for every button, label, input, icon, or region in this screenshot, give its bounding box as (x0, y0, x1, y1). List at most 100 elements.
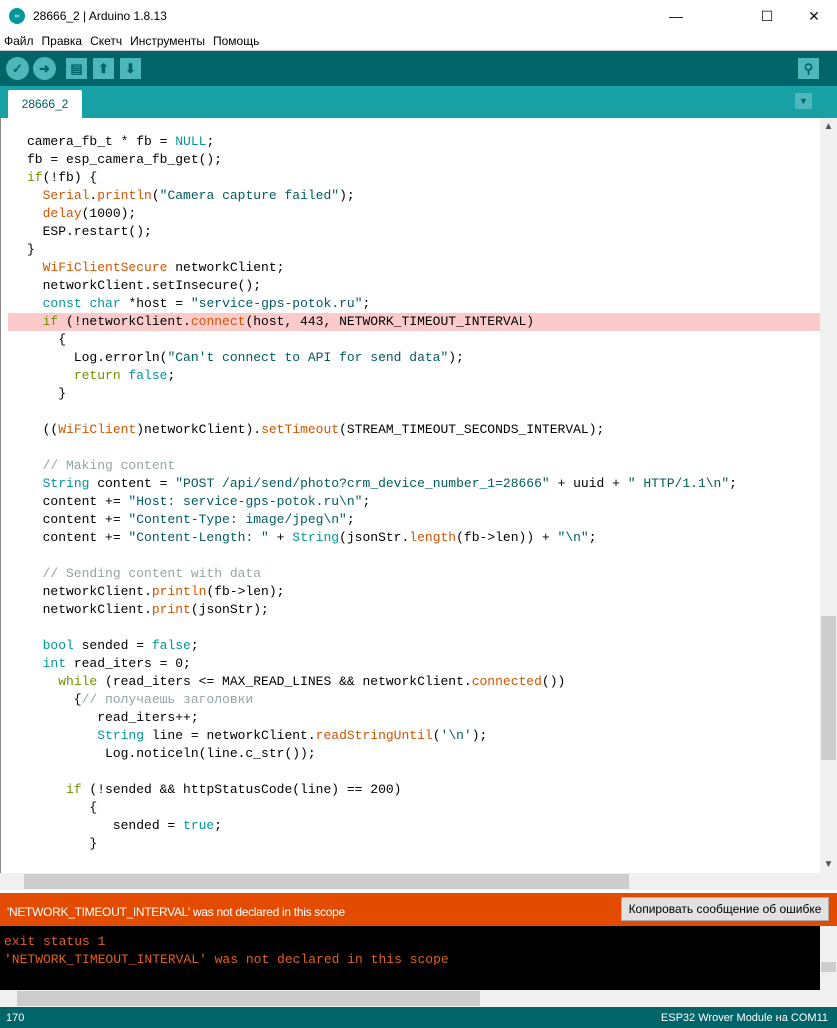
code-line: String line = networkClient.readStringUn… (27, 727, 737, 745)
code-token: println (151, 584, 207, 599)
maximize-button[interactable]: ☐ (744, 0, 790, 32)
code-token: false (128, 368, 168, 383)
code-line: content += "Host: service-gps-potok.ru\n… (27, 493, 737, 511)
scroll-thumb[interactable] (24, 874, 629, 889)
upload-button[interactable]: ➜ (33, 57, 56, 80)
console-output: exit status 1 'NETWORK_TIMEOUT_INTERVAL' … (0, 926, 837, 990)
code-token: (jsonStr. (339, 530, 410, 545)
code-token: WiFiClient (58, 422, 137, 437)
code-token: "POST /api/send/photo?crm_device_number_… (175, 476, 550, 491)
code-line: WiFiClientSecure networkClient; (27, 259, 737, 277)
code-line: if (!sended && httpStatusCode(line) == 2… (27, 781, 737, 799)
code-text[interactable]: camera_fb_t * fb = NULL; fb = esp_camera_… (27, 133, 737, 853)
code-token: { (27, 332, 67, 347)
code-token: " HTTP/1.1\n" (627, 476, 730, 491)
code-token: networkClient. (27, 584, 152, 599)
code-token: { (27, 800, 98, 815)
code-line: ((WiFiClient)networkClient).setTimeout(S… (27, 421, 737, 439)
code-token: (!networkClient. (58, 314, 191, 329)
code-line: fb = esp_camera_fb_get(); (27, 151, 737, 169)
new-button[interactable]: ▤ (66, 58, 87, 79)
code-token: ; (346, 512, 355, 527)
code-token: ESP.restart(); (27, 224, 152, 239)
code-token: content = (89, 476, 176, 491)
scroll-down-icon[interactable]: ▼ (820, 859, 837, 870)
code-line: networkClient.println(fb->len); (27, 583, 737, 601)
copy-error-button[interactable]: Копировать сообщение об ошибке (621, 897, 829, 921)
code-line: int read_iters = 0; (27, 655, 737, 673)
code-token: length (409, 530, 457, 545)
code-line: networkClient.setInsecure(); (27, 277, 737, 295)
code-token: while (58, 674, 98, 689)
serial-monitor-button[interactable]: ⚲ (798, 58, 819, 79)
console-line: 'NETWORK_TIMEOUT_INTERVAL' was not decla… (4, 952, 449, 967)
code-token: connected (471, 674, 542, 689)
code-line: {// получаешь заголовки (27, 691, 737, 709)
minimize-button[interactable]: — (653, 0, 699, 32)
scroll-up-icon[interactable]: ▲ (820, 121, 837, 132)
code-token: // получаешь заголовки (81, 692, 254, 707)
tab-menu-dropdown-icon[interactable]: ▼ (795, 93, 812, 109)
code-token: networkClient; (167, 260, 285, 275)
code-token: WiFiClientSecure (42, 260, 168, 275)
code-token: String (97, 728, 145, 743)
code-line: { (27, 799, 737, 817)
menu-sketch[interactable]: Скетч (86, 34, 126, 48)
code-line: content += "Content-Length: " + String(j… (27, 529, 737, 547)
code-token: + (268, 530, 293, 545)
code-line: } (27, 835, 737, 853)
code-line: String content = "POST /api/send/photo?c… (27, 475, 737, 493)
code-token: networkClient. (27, 602, 152, 617)
code-line: camera_fb_t * fb = NULL; (27, 133, 737, 151)
console-horizontal-scrollbar[interactable] (0, 990, 837, 1007)
code-editor[interactable]: camera_fb_t * fb = NULL; fb = esp_camera_… (0, 118, 837, 873)
scroll-thumb[interactable] (821, 962, 836, 972)
code-token: char (89, 296, 121, 311)
code-token: return (73, 368, 121, 383)
code-token: (( (27, 422, 59, 437)
close-button[interactable]: ✕ (791, 0, 837, 32)
code-token: connect (190, 314, 246, 329)
code-token: print (151, 602, 191, 617)
code-token: ; (588, 530, 597, 545)
code-token: *host = (120, 296, 191, 311)
scroll-thumb[interactable] (821, 616, 836, 760)
code-line: } (27, 385, 737, 403)
code-token: fb = esp_camera_fb_get(); (27, 152, 223, 167)
open-button[interactable]: ⬆ (93, 58, 114, 79)
code-token: content += (27, 494, 129, 509)
code-token: ; (206, 134, 215, 149)
code-line: } (27, 241, 737, 259)
editor-vertical-scrollbar[interactable]: ▲ ▼ (820, 118, 837, 873)
window-title: 28666_2 | Arduino 1.8.13 (33, 9, 167, 23)
code-token: readStringUntil (315, 728, 433, 743)
arduino-logo-icon: ∞ (9, 8, 25, 24)
editor-horizontal-scrollbar[interactable] (0, 873, 837, 890)
tab-sketch[interactable]: 28666_2 (8, 90, 82, 118)
code-token: camera_fb_t * fb = (27, 134, 176, 149)
scroll-thumb[interactable] (17, 991, 480, 1006)
code-token: if (42, 314, 59, 329)
code-line: Serial.println("Camera capture failed"); (27, 187, 737, 205)
menu-help[interactable]: Помощь (209, 34, 263, 48)
code-token: setTimeout (261, 422, 340, 437)
console-vertical-scrollbar[interactable] (820, 926, 837, 990)
menu-tools[interactable]: Инструменты (126, 34, 209, 48)
save-button[interactable]: ⬇ (120, 58, 141, 79)
code-line: // Sending content with data (27, 565, 737, 583)
menu-edit[interactable]: Правка (38, 34, 87, 48)
menu-file[interactable]: Файл (0, 34, 38, 48)
code-token: (!sended && httpStatusCode(line) == 200) (81, 782, 402, 797)
verify-button[interactable]: ✓ (6, 57, 29, 80)
code-token: // Making content (27, 458, 176, 473)
